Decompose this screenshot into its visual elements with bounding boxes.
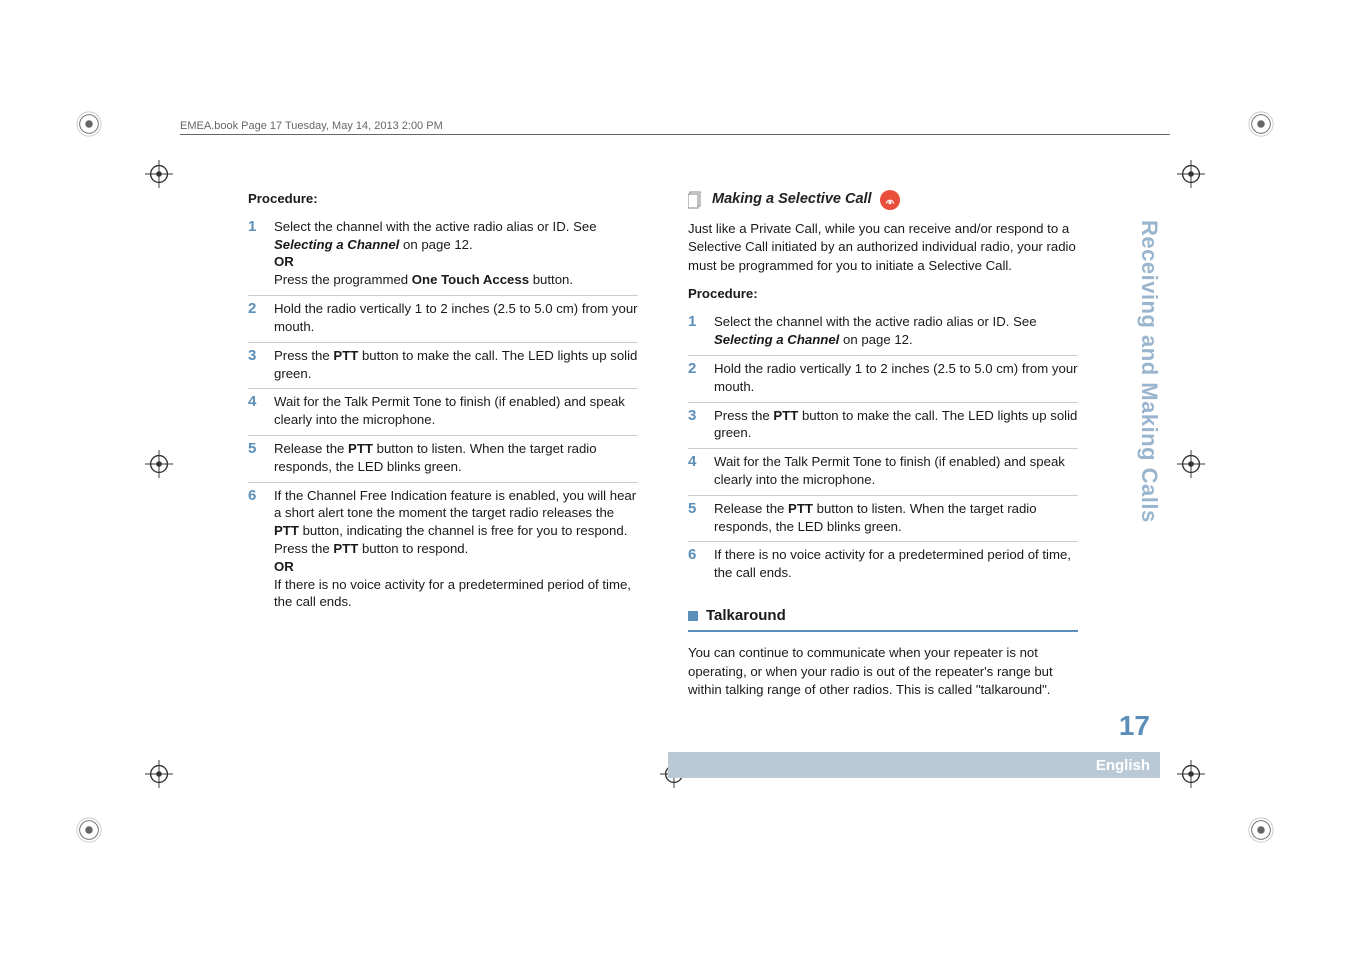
page-number: 17: [1119, 710, 1150, 742]
register-mark-icon: [145, 760, 173, 788]
step-number: 6: [248, 487, 262, 505]
step-body-text: If the Channel Free Indication feature i…: [274, 487, 638, 612]
step-body-text: Press the PTT button to make the call. T…: [714, 407, 1078, 443]
procedure-step: 3 Press the PTT button to make the call. …: [248, 343, 638, 390]
step-number: 2: [248, 300, 262, 318]
step-body-text: Hold the radio vertically 1 to 2 inches …: [714, 360, 1078, 396]
procedure-step: 2 Hold the radio vertically 1 to 2 inches…: [688, 356, 1078, 403]
procedure-step: 2 Hold the radio vertically 1 to 2 inches…: [248, 296, 638, 343]
crop-mark-icon: [75, 110, 103, 138]
document-icon: [688, 191, 704, 209]
step-number: 5: [688, 500, 702, 518]
step-body-text: Release the PTT button to listen. When t…: [274, 440, 638, 476]
left-column: Procedure: 1 Select the channel with the …: [248, 190, 638, 700]
step-number: 1: [688, 313, 702, 331]
step-body-text: Press the PTT button to make the call. T…: [274, 347, 638, 383]
section-bullet-icon: [688, 611, 698, 621]
section-body-text: You can continue to communicate when you…: [688, 644, 1078, 699]
right-column: Making a Selective Call Just like a Priv…: [688, 190, 1078, 700]
section-title: Talkaround: [706, 606, 786, 626]
step-number: 1: [248, 218, 262, 236]
intro-text: Just like a Private Call, while you can …: [688, 220, 1078, 275]
subsection-title: Making a Selective Call: [712, 190, 872, 210]
register-mark-icon: [145, 450, 173, 478]
step-number: 3: [248, 347, 262, 365]
register-mark-icon: [1177, 760, 1205, 788]
step-number: 4: [688, 453, 702, 471]
antenna-badge-icon: [880, 190, 900, 210]
step-number: 4: [248, 393, 262, 411]
procedure-step: 1 Select the channel with the active radi…: [688, 309, 1078, 356]
step-number: 5: [248, 440, 262, 458]
crop-mark-icon: [75, 816, 103, 844]
step-number: 6: [688, 546, 702, 564]
crop-mark-icon: [1247, 816, 1275, 844]
procedure-step: 6 If the Channel Free Indication feature …: [248, 483, 638, 618]
step-body-text: Wait for the Talk Permit Tone to finish …: [714, 453, 1078, 489]
procedure-step: 4 Wait for the Talk Permit Tone to finish…: [248, 389, 638, 436]
procedure-step: 5 Release the PTT button to listen. When …: [688, 496, 1078, 543]
language-bar: English: [668, 752, 1160, 778]
step-body-text: If there is no voice activity for a pred…: [714, 546, 1078, 582]
crop-mark-icon: [1247, 110, 1275, 138]
procedure-step: 3 Press the PTT button to make the call. …: [688, 403, 1078, 450]
print-header-note: EMEA.book Page 17 Tuesday, May 14, 2013 …: [180, 120, 443, 132]
chapter-side-tab: Receiving and Making Calls: [1136, 220, 1162, 530]
step-number: 3: [688, 407, 702, 425]
language-label: English: [1096, 757, 1150, 774]
procedure-label: Procedure:: [248, 190, 638, 208]
step-number: 2: [688, 360, 702, 378]
register-mark-icon: [145, 160, 173, 188]
step-body-text: Wait for the Talk Permit Tone to finish …: [274, 393, 638, 429]
procedure-step: 6 If there is no voice activity for a pre…: [688, 542, 1078, 588]
procedure-step: 5 Release the PTT button to listen. When …: [248, 436, 638, 483]
header-hairline: [180, 134, 1170, 135]
register-mark-icon: [1177, 160, 1205, 188]
step-body-text: Hold the radio vertically 1 to 2 inches …: [274, 300, 638, 336]
register-mark-icon: [1177, 450, 1205, 478]
step-body-text: Release the PTT button to listen. When t…: [714, 500, 1078, 536]
procedure-step: 1 Select the channel with the active radi…: [248, 214, 638, 296]
procedure-step: 4 Wait for the Talk Permit Tone to finish…: [688, 449, 1078, 496]
step-body-text: Select the channel with the active radio…: [714, 313, 1078, 349]
procedure-label: Procedure:: [688, 285, 1078, 303]
section-heading-talkaround: Talkaround: [688, 606, 1078, 632]
step-body-text: Select the channel with the active radio…: [274, 218, 638, 289]
